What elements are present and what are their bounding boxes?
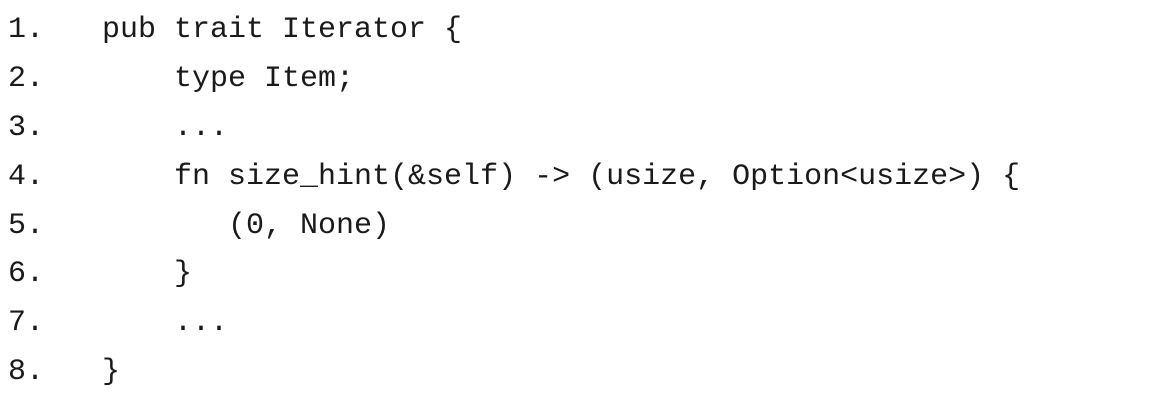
code-line-3: 3. ...	[8, 104, 1020, 153]
code-text: }	[84, 354, 121, 389]
line-number: 8.	[8, 354, 45, 389]
code-line-7: 7. ...	[8, 299, 1020, 348]
code-line-1: 1. pub trait Iterator {	[8, 6, 1020, 55]
line-number: 4.	[8, 159, 45, 194]
code-line-5: 5. (0, None)	[8, 201, 1020, 250]
code-text: pub trait Iterator {	[84, 13, 463, 48]
line-number: 6.	[8, 257, 45, 292]
code-line-6: 6. }	[8, 250, 1020, 299]
code-text: ...	[84, 110, 229, 145]
code-line-4: 4. fn size_hint(&self) -> (usize, Option…	[8, 152, 1020, 201]
code-text: }	[84, 257, 193, 292]
code-text: (0, None)	[84, 208, 391, 243]
line-number: 2.	[8, 62, 45, 97]
code-line-2: 2. type Item;	[8, 55, 1020, 104]
code-text: fn size_hint(&self) -> (usize, Option<us…	[84, 159, 1021, 194]
line-number: 3.	[8, 110, 45, 145]
code-text: ...	[84, 306, 229, 341]
code-listing: 1. pub trait Iterator { 2. type Item; 3.…	[8, 6, 1020, 396]
line-number: 7.	[8, 306, 45, 341]
line-number: 5.	[8, 208, 45, 243]
code-text: type Item;	[84, 62, 355, 97]
line-number: 1.	[8, 13, 45, 48]
code-line-8: 8. }	[8, 348, 1020, 397]
